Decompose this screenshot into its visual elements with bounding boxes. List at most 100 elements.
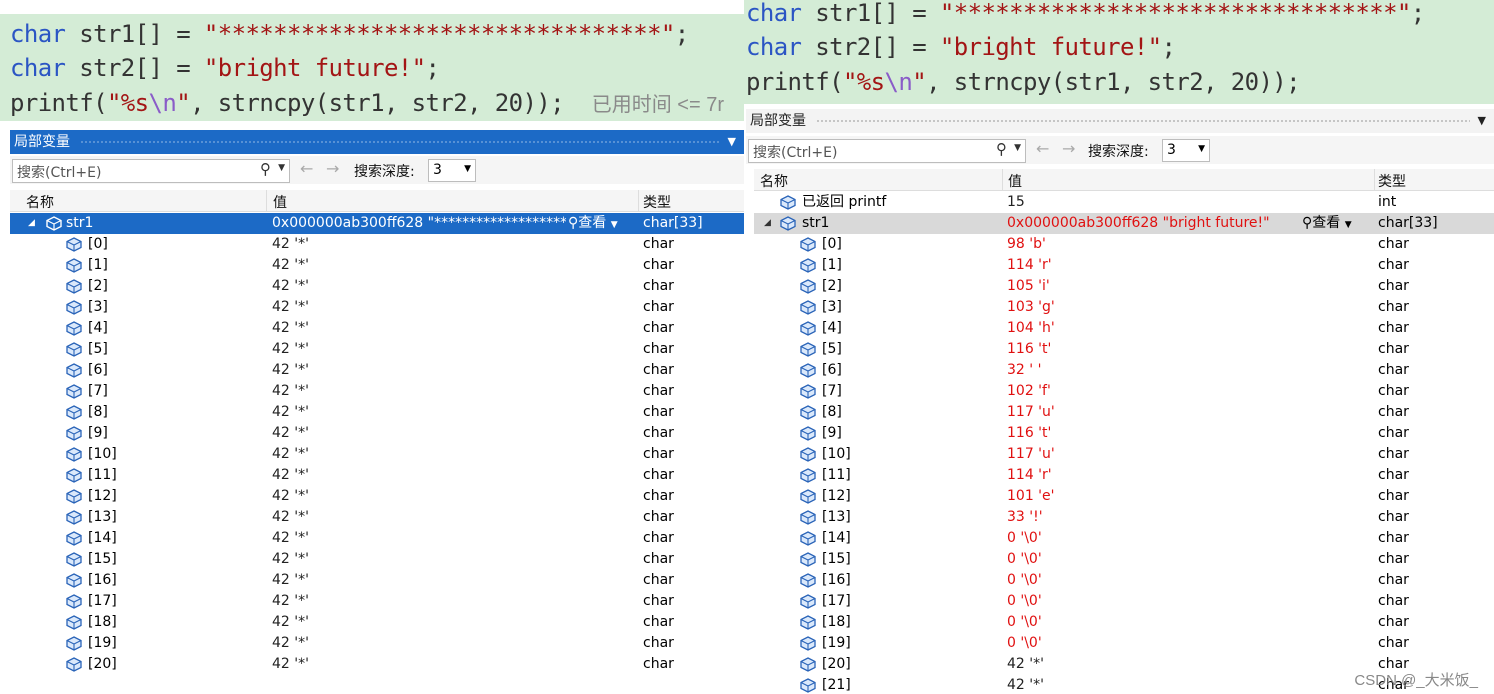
code-line-2: char str2[] = "bright future!"; (10, 54, 440, 82)
row-type: char (643, 425, 674, 441)
table-row[interactable]: [7] 102 'f' char (754, 381, 1494, 402)
row-value: 0 '\0' (1007, 572, 1042, 588)
view-visualizer-button[interactable]: ⚲查看 ▼ (1302, 213, 1352, 236)
table-row[interactable]: [14] 0 '\0' char (754, 528, 1494, 549)
row-type: char (1378, 383, 1409, 399)
table-row[interactable]: [13] 42 '*' char (10, 507, 744, 528)
table-row[interactable]: [4] 104 'h' char (754, 318, 1494, 339)
magnifier-icon[interactable]: ⚲ (996, 140, 1007, 158)
column-header: 名称 值 类型 (10, 190, 744, 212)
chevron-down-icon[interactable]: ▼ (1014, 143, 1021, 153)
table-row[interactable]: [20] 42 '*' char (10, 654, 744, 675)
row-type: char (643, 299, 674, 315)
table-row[interactable]: [18] 0 '\0' char (754, 612, 1494, 633)
row-name: [9] (822, 425, 842, 441)
chevron-down-icon[interactable]: ▼ (278, 163, 285, 173)
table-row[interactable]: [1] 42 '*' char (10, 255, 744, 276)
cube-icon (800, 489, 816, 504)
table-row[interactable]: [8] 117 'u' char (754, 402, 1494, 423)
column-value[interactable]: 值 (1008, 171, 1022, 191)
row-name: [14] (88, 530, 117, 546)
table-row[interactable]: [1] 114 'r' char (754, 255, 1494, 276)
table-row[interactable]: [18] 42 '*' char (10, 612, 744, 633)
row-name: [7] (88, 383, 108, 399)
row-name: [3] (822, 299, 842, 315)
cube-icon (66, 258, 82, 273)
table-row[interactable]: [17] 42 '*' char (10, 591, 744, 612)
chevron-down-icon[interactable]: ▼ (1478, 109, 1486, 133)
table-row[interactable]: [6] 42 '*' char (10, 360, 744, 381)
table-row[interactable]: [2] 105 'i' char (754, 276, 1494, 297)
row-value: 0x000000ab300ff628 "bright future!" (1007, 215, 1270, 231)
arrow-right-icon[interactable]: → (1062, 139, 1075, 158)
row-type: char (643, 572, 674, 588)
row-name: [16] (88, 572, 117, 588)
table-row[interactable]: [9] 116 't' char (754, 423, 1494, 444)
table-row[interactable]: [7] 42 '*' char (10, 381, 744, 402)
table-row[interactable]: [11] 114 'r' char (754, 465, 1494, 486)
table-row[interactable]: [11] 42 '*' char (10, 465, 744, 486)
column-value[interactable]: 值 (273, 192, 287, 212)
table-row-str1[interactable]: ◢ str1 0x000000ab300ff628 "bright future… (754, 213, 1494, 234)
arrow-left-icon[interactable]: ← (1036, 139, 1049, 158)
table-row[interactable]: [9] 42 '*' char (10, 423, 744, 444)
row-name: [10] (822, 446, 851, 462)
locals-toolbar: 搜索(Ctrl+E) ⚲ ▼ ← → 搜索深度: 3 ▼ (10, 156, 744, 184)
arrow-left-icon[interactable]: ← (300, 159, 313, 178)
row-value: 42 '*' (272, 404, 309, 420)
table-row[interactable]: [3] 103 'g' char (754, 297, 1494, 318)
table-row[interactable]: [15] 0 '\0' char (754, 549, 1494, 570)
table-row[interactable]: [4] 42 '*' char (10, 318, 744, 339)
table-row[interactable]: [3] 42 '*' char (10, 297, 744, 318)
view-visualizer-button[interactable]: ⚲查看 ▼ (568, 213, 618, 236)
table-row[interactable]: [10] 117 'u' char (754, 444, 1494, 465)
table-row[interactable]: [5] 42 '*' char (10, 339, 744, 360)
column-type[interactable]: 类型 (643, 192, 671, 212)
table-row[interactable]: [13] 33 '!' char (754, 507, 1494, 528)
cube-icon (800, 258, 816, 273)
row-name: [9] (88, 425, 108, 441)
table-row[interactable]: [8] 42 '*' char (10, 402, 744, 423)
search-input[interactable]: 搜索(Ctrl+E) ⚲ ▼ (12, 159, 290, 183)
search-depth-select[interactable]: 3 ▼ (428, 159, 476, 182)
row-value: 42 '*' (272, 572, 309, 588)
window-title-text: 局部变量 (750, 113, 806, 129)
row-type: char (1378, 572, 1409, 588)
table-row[interactable]: [16] 0 '\0' char (754, 570, 1494, 591)
row-name: [7] (822, 383, 842, 399)
table-row[interactable]: [0] 98 'b' char (754, 234, 1494, 255)
row-type: char (643, 593, 674, 609)
locals-window-title[interactable]: 局部变量 ▼ (746, 109, 1494, 133)
table-row-return-value[interactable]: 已返回 printf 15 int (754, 192, 1494, 213)
table-row[interactable]: [2] 42 '*' char (10, 276, 744, 297)
search-input[interactable]: 搜索(Ctrl+E) ⚲ ▼ (748, 139, 1026, 163)
table-row[interactable]: [0] 42 '*' char (10, 234, 744, 255)
table-row-str1[interactable]: ◢ str1 0x000000ab300ff628 "*************… (10, 213, 744, 234)
table-row[interactable]: [19] 42 '*' char (10, 633, 744, 654)
magnifier-icon[interactable]: ⚲ (260, 160, 271, 178)
table-row[interactable]: [16] 42 '*' char (10, 570, 744, 591)
column-name[interactable]: 名称 (760, 171, 788, 191)
table-row[interactable]: [17] 0 '\0' char (754, 591, 1494, 612)
table-row[interactable]: [12] 42 '*' char (10, 486, 744, 507)
chevron-down-icon[interactable]: ▼ (728, 130, 736, 154)
cube-icon (66, 363, 82, 378)
row-name: [11] (88, 467, 117, 483)
arrow-right-icon[interactable]: → (326, 159, 339, 178)
table-row[interactable]: [6] 32 ' ' char (754, 360, 1494, 381)
table-row[interactable]: [19] 0 '\0' char (754, 633, 1494, 654)
cube-icon (800, 384, 816, 399)
search-depth-select[interactable]: 3 ▼ (1162, 139, 1210, 162)
table-row[interactable]: [14] 42 '*' char (10, 528, 744, 549)
collapse-triangle-icon[interactable]: ◢ (764, 213, 771, 234)
cube-icon (800, 447, 816, 462)
table-row[interactable]: [10] 42 '*' char (10, 444, 744, 465)
table-row[interactable]: [5] 116 't' char (754, 339, 1494, 360)
locals-window-title[interactable]: 局部变量 ▼ (10, 130, 744, 154)
row-type: char (643, 467, 674, 483)
table-row[interactable]: [12] 101 'e' char (754, 486, 1494, 507)
collapse-triangle-icon[interactable]: ◢ (28, 213, 35, 234)
column-type[interactable]: 类型 (1378, 171, 1406, 191)
column-name[interactable]: 名称 (26, 192, 54, 212)
table-row[interactable]: [15] 42 '*' char (10, 549, 744, 570)
